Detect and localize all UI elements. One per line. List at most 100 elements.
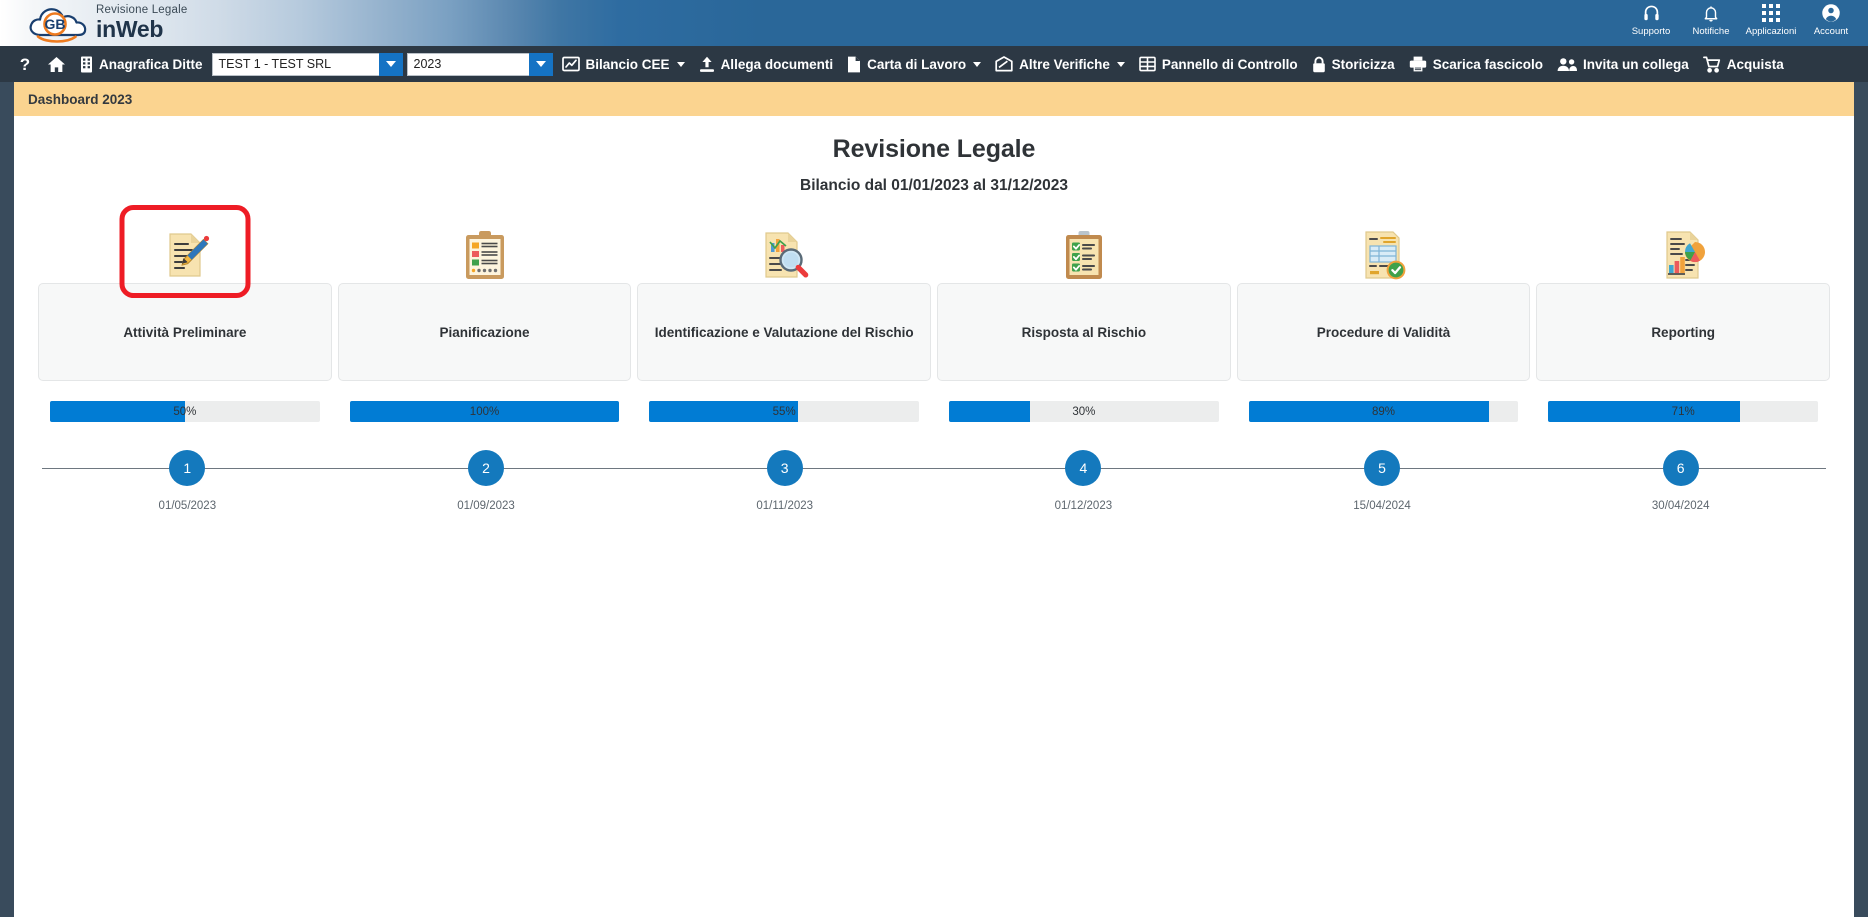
toolbar-item-label: Scarica fascicolo (1432, 56, 1544, 72)
year-select-value: 2023 (406, 52, 529, 76)
timeline-date: 01/09/2023 (457, 500, 515, 512)
step-attivita-preliminare: Attività Preliminare (38, 205, 332, 381)
step-card[interactable]: Pianificazione (337, 283, 632, 381)
clipboard-check-icon (937, 217, 1231, 283)
brand-line2: inWeb (96, 16, 164, 43)
headset-icon (1642, 2, 1661, 24)
step-cards: Attività Preliminare Pianificazione Iden… (38, 205, 1831, 381)
toolbar-item-label: Pannello di Controllo (1161, 56, 1298, 72)
toolbar-item-label: Acquista (1726, 56, 1784, 72)
chevron-down-icon[interactable] (528, 52, 553, 76)
document-pencil-icon (38, 217, 332, 283)
timeline-date: 30/04/2024 (1651, 500, 1710, 512)
toolbar-item-label: Invita un collega (1583, 56, 1689, 72)
step-identificazione-rischio: Identificazione e Valutazione del Rischi… (637, 217, 932, 381)
timeline-item-1: 1 01/05/2023 (38, 450, 337, 512)
toolbar-item-label: Storicizza (1331, 56, 1395, 72)
timeline-dot[interactable]: 5 (1364, 450, 1401, 486)
home-icon (47, 56, 66, 73)
toolbar-item-altre-verifiche[interactable]: Altre Verifiche (988, 46, 1132, 82)
progress-label: 89% (1372, 405, 1396, 418)
toolbar-item-bilancio-cee[interactable]: Bilancio CEE (555, 46, 692, 82)
progress-bar: 55% (649, 401, 920, 422)
brand-right-actions: Supporto Notifiche Applicazioni Account (1622, 2, 1860, 37)
progress-bar: 50% (50, 401, 320, 422)
toolbar-item-invita-un-collega[interactable]: Invita un collega (1550, 46, 1696, 82)
brand-action-account[interactable]: Account (1802, 2, 1860, 37)
grid-apps-icon (1762, 2, 1780, 24)
help-button[interactable]: ? (10, 46, 40, 82)
progress-wrap-reporting: 71% (1536, 401, 1830, 422)
toolbar-item-carta-di-lavoro[interactable]: Carta di Lavoro (840, 46, 988, 82)
building-icon (80, 56, 93, 73)
progress-wrap-identificazione-rischio: 55% (637, 401, 931, 422)
timeline-dot[interactable]: 3 (766, 450, 803, 486)
chevron-down-icon (1116, 61, 1125, 67)
bell-icon (1702, 2, 1720, 24)
progress-label: 30% (1072, 405, 1096, 418)
timeline-dot[interactable]: 1 (169, 450, 206, 486)
document-charts-icon (1536, 217, 1830, 283)
timeline-dot[interactable]: 6 (1662, 450, 1699, 486)
anagrafica-ditte-button[interactable]: Anagrafica Ditte (73, 46, 210, 82)
timeline-item-4: 4 01/12/2023 (934, 450, 1233, 512)
svg-text:?: ? (20, 55, 30, 73)
document-verified-icon (1237, 217, 1531, 283)
toolbar-item-label: Allega documenti (720, 56, 834, 72)
timeline-dot[interactable]: 4 (1065, 450, 1102, 486)
toolbar-item-allega-documenti[interactable]: Allega documenti (692, 46, 841, 82)
timeline-date: 01/11/2023 (756, 500, 814, 512)
toolbar-item-acquista[interactable]: Acquista (1696, 46, 1791, 82)
step-label: Reporting (1651, 324, 1716, 340)
printer-icon (1409, 56, 1427, 72)
step-card[interactable]: Identificazione e Valutazione del Rischi… (637, 283, 932, 381)
timeline-item-2: 2 01/09/2023 (337, 450, 636, 512)
progress-label: 55% (772, 405, 796, 418)
step-card[interactable]: Risposta al Rischio (937, 283, 1231, 381)
brand-text: Revisione Legale inWeb (96, 4, 187, 43)
step-label: Attività Preliminare (123, 324, 247, 340)
title-block: Revisione Legale Bilancio dal 01/01/2023… (14, 116, 1854, 195)
progress-wrap-procedure-di-validita: 89% (1237, 401, 1531, 422)
brand-action-applicazioni[interactable]: Applicazioni (1742, 2, 1800, 37)
brand-logo[interactable]: GB Revisione Legale inWeb (26, 1, 187, 45)
envelope-open-icon (995, 56, 1013, 72)
toolbar-item-scarica-fascicolo[interactable]: Scarica fascicolo (1402, 46, 1550, 82)
brand-action-label: Supporto (1631, 26, 1671, 37)
lock-icon (1312, 56, 1326, 73)
year-select[interactable]: 2023 (406, 52, 553, 76)
firm-select[interactable]: TEST 1 - TEST SRL (211, 52, 403, 76)
step-risposta-al-rischio: Risposta al Rischio (937, 217, 1231, 381)
brand-action-notifiche[interactable]: Notifiche (1682, 2, 1740, 37)
timeline-item-5: 5 15/04/2024 (1233, 450, 1532, 512)
toolbar-item-pannello-di-controllo[interactable]: Pannello di Controllo (1132, 46, 1305, 82)
timeline-dot[interactable]: 2 (468, 450, 504, 486)
chevron-down-icon (676, 61, 685, 67)
step-card[interactable]: Reporting (1536, 283, 1831, 381)
step-pianificazione: Pianificazione (337, 217, 632, 381)
gb-cloud-logo-icon: GB (26, 1, 90, 45)
step-label: Risposta al Rischio (1021, 324, 1147, 340)
cart-icon (1702, 56, 1721, 73)
chevron-down-icon[interactable] (378, 52, 403, 76)
progress-wrap-attivita-preliminare: 50% (38, 401, 332, 422)
chart-line-icon (561, 56, 580, 72)
step-procedure-di-validita: Procedure di Validità (1236, 217, 1531, 381)
step-label: Identificazione e Valutazione del Rischi… (654, 324, 914, 340)
timeline-date: 01/05/2023 (158, 500, 217, 512)
progress-bar: 89% (1248, 401, 1519, 422)
brand-action-supporto[interactable]: Supporto (1622, 2, 1680, 37)
step-card[interactable]: Procedure di Validità (1236, 283, 1531, 381)
home-button[interactable] (40, 46, 73, 82)
step-label: Pianificazione (439, 324, 530, 340)
toolbar-item-label: Bilancio CEE (585, 56, 670, 72)
page-subtitle: Bilancio dal 01/01/2023 al 31/12/2023 (800, 177, 1068, 194)
brand-action-label: Account (1813, 26, 1849, 37)
chevron-down-icon (973, 61, 982, 67)
brand-action-label: Notifiche (1692, 26, 1730, 37)
page-body: Revisione Legale Bilancio dal 01/01/2023… (14, 116, 1854, 917)
page-header-title: Dashboard 2023 (28, 91, 133, 107)
step-card[interactable]: Attività Preliminare (38, 283, 332, 381)
progress-wrap-pianificazione: 100% (338, 401, 632, 422)
toolbar-item-storicizza[interactable]: Storicizza (1305, 46, 1402, 82)
